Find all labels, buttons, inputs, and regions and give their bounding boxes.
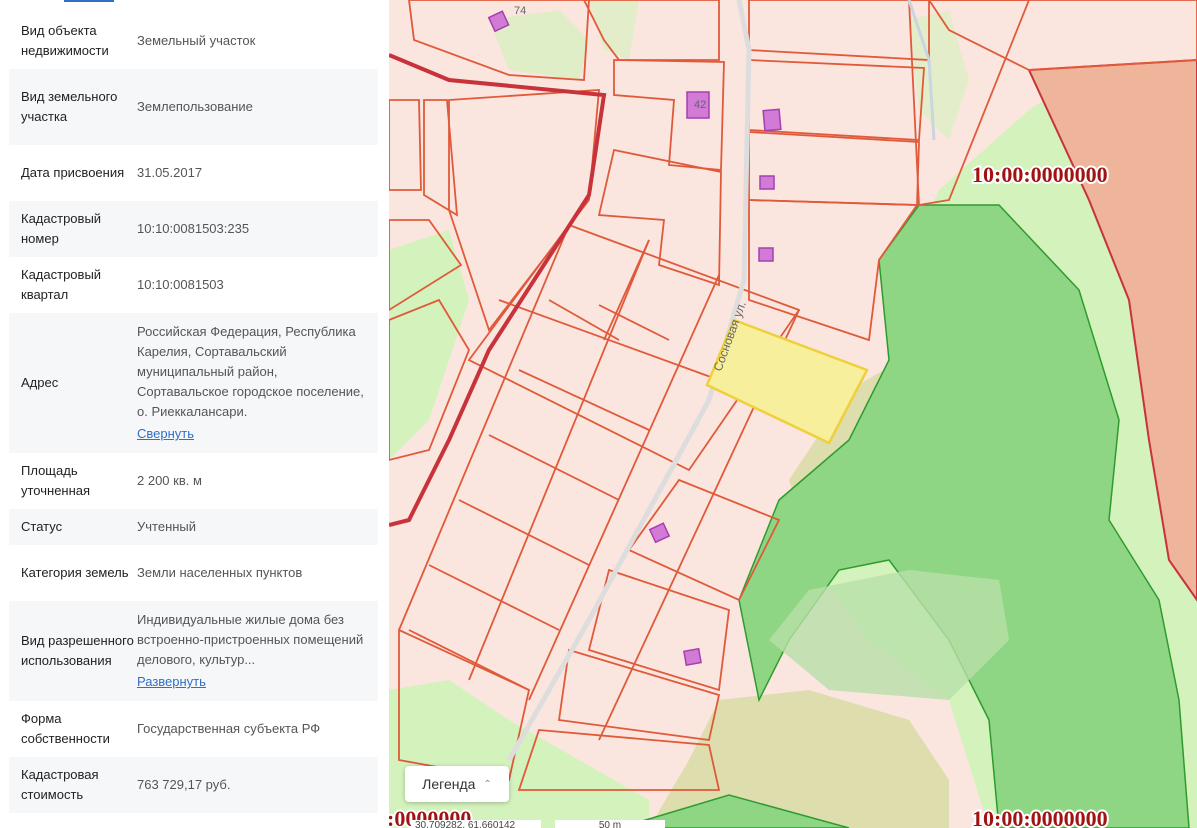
row-value: Государственная субъекта РФ (137, 721, 321, 736)
row-label: Вид земельного участка (21, 89, 118, 124)
row-label: Статус (21, 519, 63, 534)
table-row: Кадастровый квартал 10:10:0081503 (9, 257, 378, 313)
row-label: Кадастровый квартал (21, 267, 102, 302)
row-label: Форма собственности (21, 711, 110, 746)
house-number: 74 (514, 5, 526, 17)
row-label: Площадь уточненная (21, 463, 91, 498)
coordinates-readout: 30.709282, 61.660142 (411, 820, 541, 828)
permitted-use-value: Индивидуальные жилые дома без встроенно-… (137, 610, 366, 692)
row-value: Учтенный (137, 519, 197, 534)
attribute-table: Вид объекта недвижимости Земельный участ… (9, 13, 378, 813)
table-row: Адрес Российская Федерация, Республика К… (9, 313, 378, 453)
table-row: Вид разрешенного использования Индивидуа… (9, 601, 378, 701)
info-panel: Вид объекта недвижимости Земельный участ… (0, 0, 389, 828)
row-label: Вид разрешенного использования (21, 633, 134, 668)
table-row: Кадастровая стоимость 763 729,17 руб. (9, 757, 378, 813)
table-row: Вид земельного участка Землепользование (9, 69, 378, 145)
table-row: Площадь уточненная 2 200 кв. м (9, 453, 378, 509)
house-number: 42 (694, 99, 706, 111)
table-row: Дата присвоения 31.05.2017 (9, 145, 378, 201)
table-row: Форма собственности Государственная субъ… (9, 701, 378, 757)
cadastral-value: 763 729,17 руб. (137, 777, 231, 792)
cadastral-number-value: 10:10:0081503:235 (137, 221, 250, 236)
permitted-use-text: Индивидуальные жилые дома без встроенно-… (137, 612, 364, 667)
cadastral-zone-label: 10:00:0000000 (972, 806, 1108, 828)
row-label: Адрес (21, 375, 59, 390)
row-label: Дата присвоения (21, 165, 125, 180)
scale-bar: 50 m (555, 820, 665, 828)
table-row: Статус Учтенный (9, 509, 378, 545)
address-text: Российская Федерация, Республика Карелия… (137, 324, 364, 419)
row-value: 2 200 кв. м (137, 473, 202, 488)
address-value: Российская Федерация, Республика Карелия… (137, 322, 366, 444)
chevron-up-icon: ⌃ (483, 778, 492, 790)
legend-label: Легенда (422, 776, 476, 792)
row-label: Категория земель (21, 565, 129, 580)
row-value: Земельный участок (137, 33, 256, 48)
table-row: Категория земель Земли населенных пункто… (9, 545, 378, 601)
active-tab-indicator (64, 0, 114, 2)
cadastral-zone-label: 10:00:0000000 (972, 162, 1108, 187)
row-value: 31.05.2017 (137, 165, 203, 180)
legend-button[interactable]: Легенда ⌃ (405, 766, 509, 802)
table-row: Вид объекта недвижимости Земельный участ… (9, 13, 378, 69)
table-row: Кадастровый номер 10:10:0081503:235 (9, 201, 378, 257)
row-value: 10:10:0081503 (137, 277, 224, 292)
row-label: Кадастровый номер (21, 211, 102, 246)
collapse-link[interactable]: Свернуть (137, 424, 194, 444)
row-label: Кадастровая стоимость (21, 767, 99, 802)
row-label: Вид объекта недвижимости (21, 23, 109, 58)
expand-link[interactable]: Развернуть (137, 672, 206, 692)
map-canvas[interactable]: 42 74 Сосновая ул. 10:00:0000000 10:00:0… (389, 0, 1197, 828)
cadastral-map[interactable]: 42 74 Сосновая ул. 10:00:0000000 10:00:0… (389, 0, 1197, 828)
row-value: Землепользование (137, 99, 253, 114)
row-value: Земли населенных пунктов (137, 565, 303, 580)
